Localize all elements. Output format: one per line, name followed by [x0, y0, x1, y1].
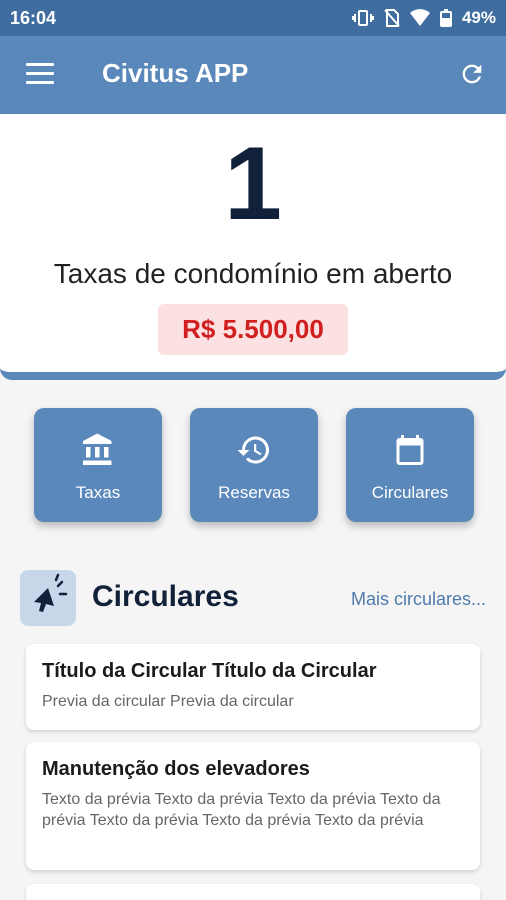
status-bar: 16:04 49%	[0, 0, 506, 36]
circular-title: Título da Circular Título da Circular	[42, 660, 377, 682]
circular-card[interactable]: Título da Circular Título da Circular Pr…	[26, 644, 480, 730]
status-icons: 49%	[351, 8, 496, 28]
megaphone-icon	[34, 573, 68, 612]
circular-preview: Previa da circular Previa da circular	[42, 693, 294, 710]
menu-icon[interactable]	[26, 63, 54, 85]
open-fees-summary: 1 Taxas de condomínio em aberto R$ 5.500…	[0, 114, 506, 380]
circulares-section-header: Circulares Mais circulares...	[20, 570, 490, 628]
tile-label: Reservas	[218, 483, 290, 502]
battery-level: 49%	[461, 8, 496, 27]
tile-label: Taxas	[75, 483, 121, 502]
app-title: Civitus APP	[102, 58, 249, 88]
open-fees-count: 1	[224, 126, 282, 242]
tile-reservas[interactable]: Reservas	[190, 408, 318, 522]
circular-preview: Texto da prévia Texto da prévia Texto da…	[42, 791, 441, 829]
no-sim-icon	[384, 9, 400, 27]
vibrate-icon	[351, 10, 374, 26]
circular-card-partial[interactable]	[26, 884, 480, 900]
circulares-badge	[20, 570, 76, 626]
wifi-icon	[409, 9, 430, 26]
section-title: Circulares	[92, 580, 239, 613]
calendar-icon	[396, 435, 424, 465]
tile-circulares[interactable]: Circulares	[346, 408, 474, 522]
open-fees-label: Taxas de condomínio em aberto	[53, 258, 453, 289]
history-icon	[237, 436, 269, 464]
tile-taxas[interactable]: Taxas	[34, 408, 162, 522]
open-fees-amount: R$ 5.500,00	[158, 304, 348, 355]
tile-label: Circulares	[371, 483, 449, 502]
refresh-icon[interactable]	[458, 60, 486, 88]
bank-icon	[83, 433, 112, 465]
shortcut-tiles: Taxas Reservas Circulares	[34, 408, 474, 522]
status-time: 16:04	[10, 7, 57, 28]
battery-icon	[439, 9, 452, 27]
app-bar: Civitus APP	[0, 36, 506, 114]
circular-card[interactable]: Manutenção dos elevadores Texto da prévi…	[26, 742, 480, 870]
circular-title: Manutenção dos elevadores	[42, 758, 310, 780]
more-circulares-link[interactable]: Mais circulares...	[351, 589, 486, 610]
